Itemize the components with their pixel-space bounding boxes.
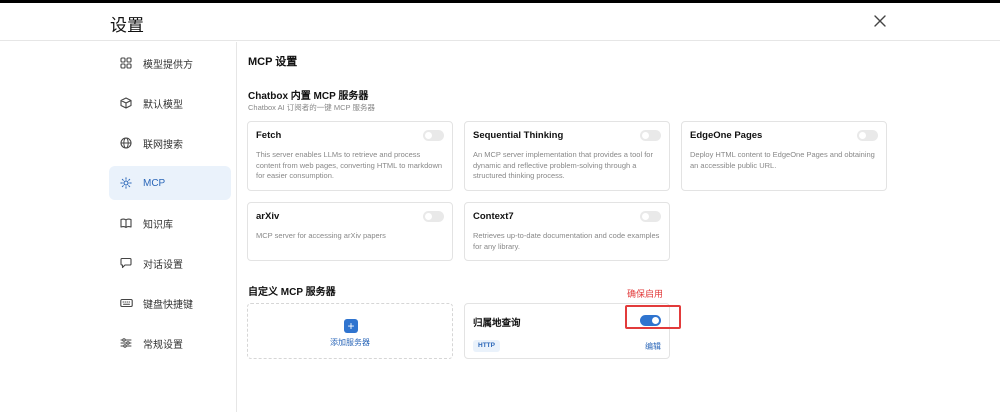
annotation-highlight-box (625, 305, 681, 329)
grid-icon (119, 56, 133, 70)
sidebar-item-label: 对话设置 (143, 259, 183, 271)
server-card-arxiv: arXiv MCP server for accessing arXiv pap… (247, 202, 453, 261)
server-card-fetch: Fetch This server enables LLMs to retrie… (247, 121, 453, 191)
settings-sidebar: 模型提供方 默认模型 联网搜索 MCP 知识库 对话设置 键盘快捷键 常规设置 (0, 42, 237, 412)
server-name: Sequential Thinking (473, 130, 564, 141)
sidebar-item-web-search[interactable]: 联网搜索 (109, 126, 231, 160)
sidebar-item-label: 键盘快捷键 (143, 299, 193, 311)
server-card-sequential-thinking: Sequential Thinking An MCP server implem… (464, 121, 670, 191)
chat-icon (119, 256, 133, 270)
section-heading: MCP 设置 (248, 56, 298, 68)
sliders-icon (119, 336, 133, 350)
edit-server-link[interactable]: 编辑 (645, 341, 661, 352)
server-name: Context7 (473, 211, 514, 222)
page-title: 设置 (110, 16, 144, 35)
builtin-servers-subtitle: Chatbox AI 订阅者的一键 MCP 服务器 (248, 103, 375, 112)
server-toggle[interactable] (857, 130, 878, 141)
sidebar-item-label: 模型提供方 (143, 59, 193, 71)
sidebar-item-label: 联网搜索 (143, 139, 183, 151)
sidebar-item-model-provider[interactable]: 模型提供方 (109, 46, 231, 80)
book-icon (119, 216, 133, 230)
server-name: Fetch (256, 130, 282, 141)
custom-servers-title: 自定义 MCP 服务器 (248, 287, 336, 298)
sidebar-item-general-settings[interactable]: 常规设置 (109, 326, 231, 360)
mcp-settings-panel: MCP 设置 Chatbox 内置 MCP 服务器 Chatbox AI 订阅者… (238, 42, 1000, 412)
add-server-button[interactable]: + 添加服务器 (247, 303, 453, 359)
sidebar-item-chat-settings[interactable]: 对话设置 (109, 246, 231, 280)
sidebar-item-knowledge-base[interactable]: 知识库 (109, 206, 231, 240)
server-description: This server enables LLMs to retrieve and… (256, 150, 443, 180)
server-description: An MCP server implementation that provid… (473, 150, 653, 180)
sidebar-item-label: 默认模型 (143, 99, 183, 111)
server-card-context7: Context7 Retrieves up-to-date documentat… (464, 202, 670, 261)
server-toggle[interactable] (640, 211, 661, 222)
globe-icon (119, 136, 133, 150)
add-server-label: 添加服务器 (330, 338, 370, 347)
server-toggle[interactable] (640, 130, 661, 141)
protocol-badge: HTTP (473, 340, 500, 352)
mcp-icon (119, 176, 133, 190)
keyboard-icon (119, 296, 133, 310)
server-card-edgeone-pages: EdgeOne Pages Deploy HTML content to Edg… (681, 121, 887, 191)
sidebar-item-mcp[interactable]: MCP (109, 166, 231, 200)
server-toggle[interactable] (423, 130, 444, 141)
server-name: arXiv (256, 211, 280, 222)
close-icon[interactable] (872, 13, 888, 29)
server-description: MCP server for accessing arXiv papers (256, 231, 386, 240)
builtin-servers-title: Chatbox 内置 MCP 服务器 (248, 91, 369, 102)
sidebar-item-label: MCP (143, 177, 166, 189)
server-name: 归属地查询 (473, 318, 521, 329)
plus-icon: + (344, 319, 358, 333)
sidebar-item-keyboard-shortcuts[interactable]: 键盘快捷键 (109, 286, 231, 320)
cube-icon (119, 96, 133, 110)
sidebar-item-label: 知识库 (143, 219, 173, 231)
annotation-label: 确保启用 (627, 289, 664, 299)
settings-header: 设置 (0, 3, 1000, 41)
sidebar-item-default-model[interactable]: 默认模型 (109, 86, 231, 120)
server-description: Retrieves up-to-date documentation and c… (473, 231, 660, 251)
sidebar-item-label: 常规设置 (143, 339, 183, 351)
server-name: EdgeOne Pages (690, 130, 763, 141)
server-description: Deploy HTML content to EdgeOne Pages and… (690, 150, 875, 170)
server-toggle[interactable] (423, 211, 444, 222)
